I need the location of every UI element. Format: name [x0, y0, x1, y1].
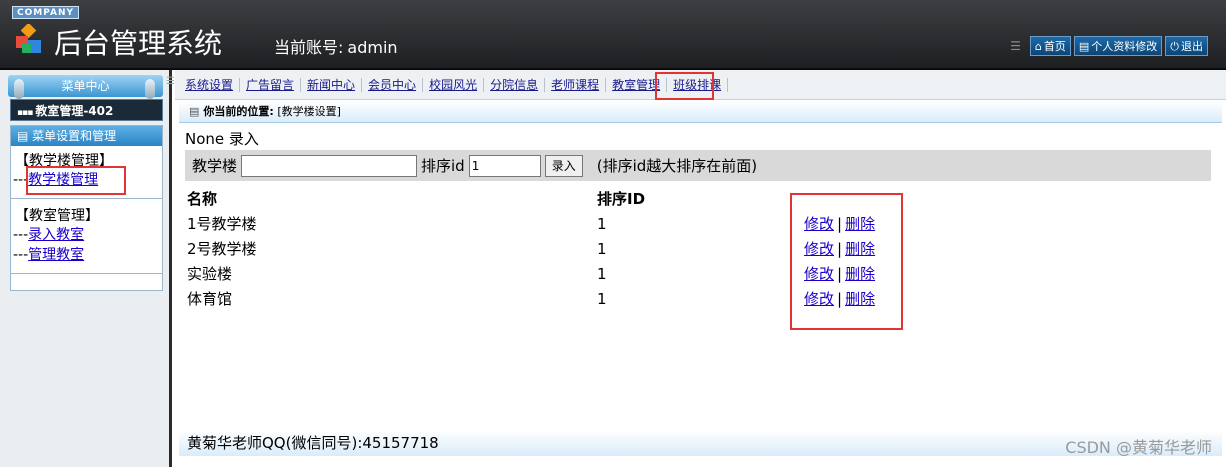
delete-link[interactable]: 删除 — [845, 240, 875, 258]
menu-group-title: 【教室管理】 — [15, 208, 99, 224]
profile-edit-button[interactable]: ▤ 个人资料修改 — [1073, 36, 1163, 56]
home-icon: ⌂ — [1034, 40, 1042, 53]
menu-link-row: ---管理教室 — [13, 245, 162, 265]
delete-link[interactable]: 删除 — [845, 215, 875, 233]
profile-icon: ▤ — [1078, 40, 1090, 53]
home-label: 首页 — [1043, 40, 1066, 53]
row-actions: 修改 | 删除 — [804, 262, 875, 287]
nav-tabs: 系统设置 广告留言 新闻中心 会员中心 校园风光 分院信息 老师课程 教室管理 … — [185, 76, 729, 94]
left-sidebar: 菜单中心 ▪▪▪ 教室管理-402 ▤ 菜单设置和管理 【教学楼管理】 ---教学… — [0, 70, 172, 467]
edit-link[interactable]: 修改 — [804, 290, 834, 308]
building-sort-id: 1 — [597, 240, 607, 258]
tab-ad-messages[interactable]: 广告留言 — [240, 78, 302, 92]
power-icon: ⏻ — [1170, 40, 1179, 53]
submit-button[interactable]: 录入 — [544, 154, 583, 177]
tab-system-settings[interactable]: 系统设置 — [185, 78, 241, 92]
tab-teacher-courses[interactable]: 老师课程 — [545, 78, 607, 92]
edit-link[interactable]: 修改 — [804, 240, 834, 258]
pin-icon — [14, 79, 24, 99]
building-sort-id: 1 — [597, 215, 607, 233]
grid-icon: ▪▪▪ — [17, 108, 33, 118]
menu-group-title: 【教学楼管理】 — [15, 153, 113, 169]
grip-icon: ☰ — [1010, 39, 1021, 53]
link-prefix: --- — [13, 172, 29, 188]
tab-member-center[interactable]: 会员中心 — [362, 78, 424, 92]
menu-link-building-manage[interactable]: 教学楼管理 — [28, 172, 98, 188]
menu-panel-title: 菜单设置和管理 — [32, 129, 117, 143]
separator: | — [837, 290, 843, 308]
sort-hint: (排序id越大排序在前面) — [596, 157, 758, 175]
breadcrumb: ▤ 你当前的位置: [教学楼设置] — [179, 101, 1222, 123]
divider — [11, 273, 162, 274]
separator: | — [837, 265, 843, 283]
row-actions: 修改 | 删除 — [804, 237, 875, 262]
menu-panel-header: ▤ 菜单设置和管理 — [11, 126, 162, 146]
row-actions: 修改 | 删除 — [804, 212, 875, 237]
sort-id-input[interactable] — [468, 154, 541, 177]
logout-label: 退出 — [1181, 40, 1203, 53]
pin-icon — [145, 79, 155, 99]
link-prefix: --- — [13, 227, 29, 243]
form-title: None 录入 — [185, 130, 259, 148]
separator: | — [837, 215, 843, 233]
profile-edit-label: 个人资料修改 — [1091, 40, 1158, 53]
module-label: 教室管理-402 — [35, 104, 114, 118]
grip-icon: ☰ — [166, 76, 175, 87]
building-name: 2号教学楼 — [187, 240, 257, 258]
column-header-sort-id: 排序ID — [597, 190, 646, 208]
building-name: 1号教学楼 — [187, 215, 257, 233]
top-header: COMPANY 后台管理系统 当前账号: admin ☰ ⌂ 首页 ▤ 个人资料修改 … — [0, 0, 1226, 70]
link-prefix: --- — [13, 247, 29, 263]
logout-button[interactable]: ⏻ 退出 — [1165, 36, 1208, 56]
module-title-bar: ▪▪▪ 教室管理-402 — [10, 99, 163, 121]
building-name: 体育馆 — [187, 290, 233, 308]
main-content: ▤你当前的位置: [教学楼设置] None 录入 教学楼 排序id 录入 (排序… — [175, 100, 1226, 467]
building-sort-id: 1 — [597, 290, 607, 308]
tab-campus-scenery[interactable]: 校园风光 — [423, 78, 485, 92]
divider — [11, 198, 162, 199]
building-name-input[interactable] — [241, 154, 418, 177]
row-actions: 修改 | 删除 — [804, 287, 875, 312]
separator: | — [837, 240, 843, 258]
menu-center-label: 菜单中心 — [61, 79, 110, 93]
building-name: 实验楼 — [187, 265, 233, 283]
home-button[interactable]: ⌂ 首页 — [1029, 36, 1071, 56]
menu-link-row: ---教学楼管理 — [13, 170, 162, 190]
edit-link[interactable]: 修改 — [804, 215, 834, 233]
menu-link-classroom-add[interactable]: 录入教室 — [28, 227, 84, 243]
top-actions: ☰ ⌂ 首页 ▤ 个人资料修改 ⏻ 退出 — [1010, 36, 1208, 56]
panel-icon: ▤ — [17, 129, 33, 143]
add-building-form: 教学楼 排序id 录入 (排序id越大排序在前面) — [185, 150, 1211, 181]
column-header-name: 名称 — [187, 190, 218, 208]
delete-link[interactable]: 删除 — [845, 290, 875, 308]
company-badge: COMPANY — [12, 6, 79, 19]
menu-link-classroom-manage[interactable]: 管理教室 — [28, 247, 84, 263]
sort-id-label: 排序id — [421, 157, 465, 175]
breadcrumb-label: 你当前的位置: — [203, 105, 274, 118]
menu-center-header: 菜单中心 — [8, 75, 163, 99]
breadcrumb-value: [教学楼设置] — [277, 105, 341, 118]
tab-branch-info[interactable]: 分院信息 — [484, 78, 546, 92]
tab-news-center[interactable]: 新闻中心 — [301, 78, 363, 92]
menu-panel: ▤ 菜单设置和管理 【教学楼管理】 ---教学楼管理 【教室管理】 ---录入教… — [10, 125, 163, 291]
logo-cubes-icon — [16, 24, 41, 53]
building-name-label: 教学楼 — [192, 157, 238, 175]
delete-link[interactable]: 删除 — [845, 265, 875, 283]
building-sort-id: 1 — [597, 265, 607, 283]
account-value: admin — [347, 38, 398, 57]
system-title: 后台管理系统 — [54, 27, 223, 60]
account-label: 当前账号: — [274, 38, 344, 57]
watermark: CSDN @黄菊华老师 — [1065, 438, 1212, 457]
account-info: 当前账号: admin — [270, 34, 398, 58]
menu-link-row: ---录入教室 — [13, 225, 162, 245]
page-icon: ▤ — [189, 105, 200, 118]
tab-classroom-manage[interactable]: 教室管理 — [606, 78, 668, 92]
edit-link[interactable]: 修改 — [804, 265, 834, 283]
tab-class-schedule[interactable]: 班级排课 — [667, 78, 729, 92]
